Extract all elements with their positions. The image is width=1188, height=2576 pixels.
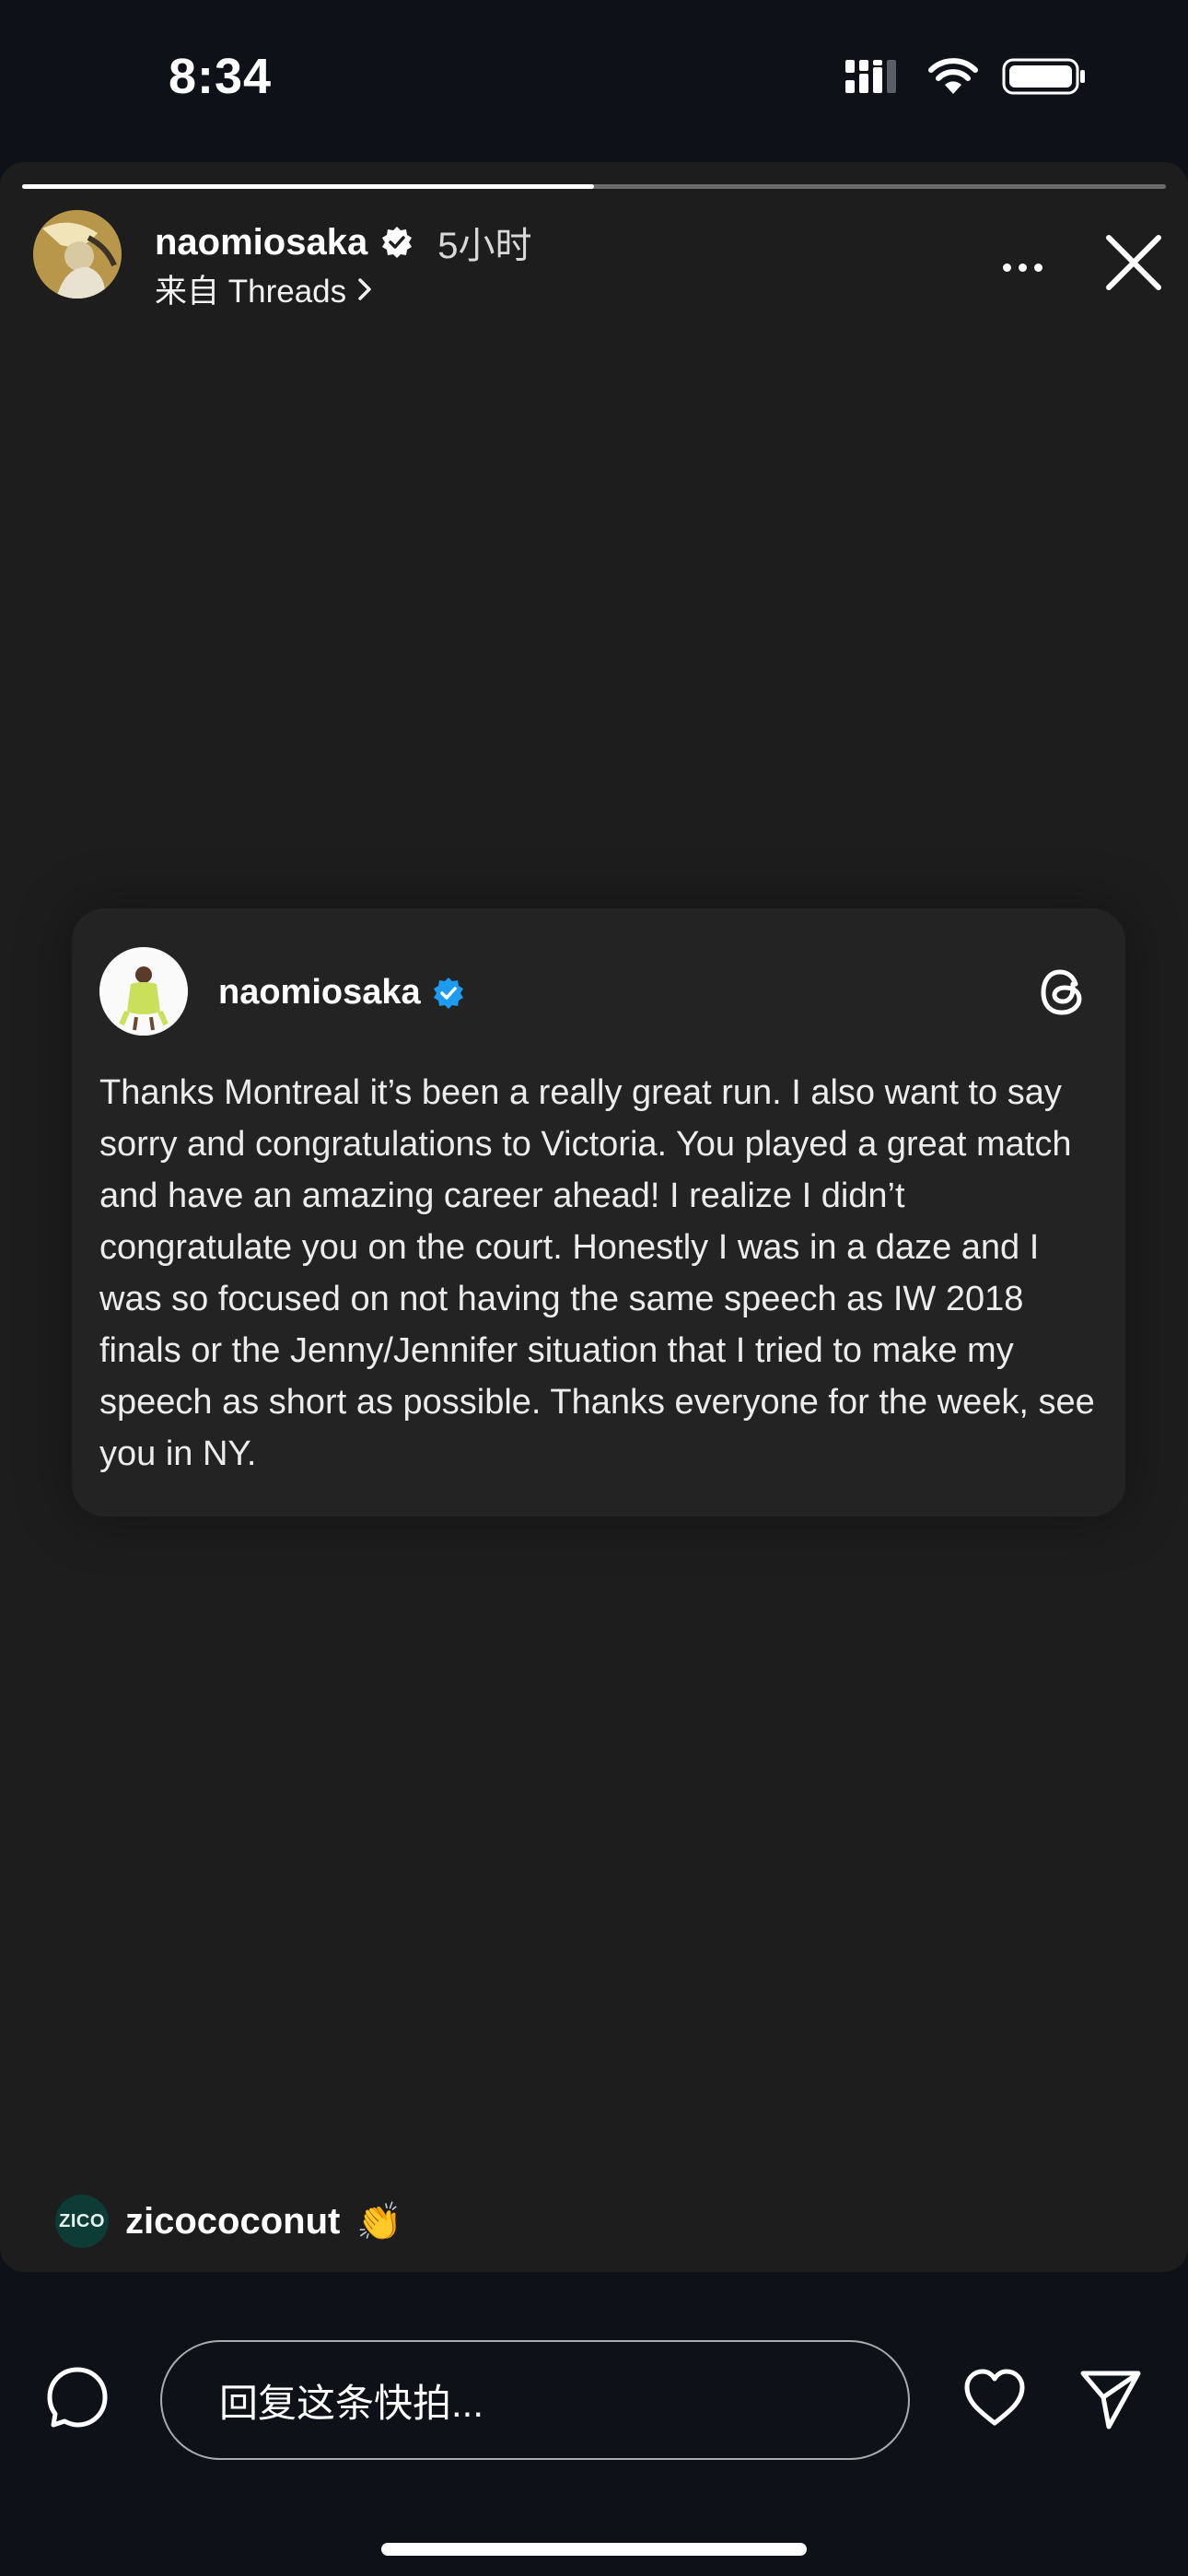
heart-icon[interactable] xyxy=(960,2364,1030,2434)
threads-logo-icon xyxy=(1041,969,1082,1015)
story-progress-fill xyxy=(22,184,594,189)
card-author-username: naomiosaka xyxy=(218,973,421,1012)
camera-icon[interactable] xyxy=(44,2364,111,2430)
more-options-button[interactable] xyxy=(995,249,1050,286)
viewer-avatar: ZICO xyxy=(55,2195,109,2248)
status-bar: 8:34 xyxy=(0,0,1188,162)
status-icons xyxy=(844,57,1087,96)
clapping-hands-icon: 👏 xyxy=(356,2201,403,2242)
story-author-avatar[interactable] xyxy=(33,210,122,299)
story-author-row[interactable]: naomiosaka 5小时 xyxy=(155,216,531,269)
story-author-username[interactable]: naomiosaka xyxy=(155,222,367,263)
verified-badge-icon xyxy=(433,977,463,1009)
story-source-link[interactable]: 来自 Threads xyxy=(155,265,374,312)
story-progress-bar xyxy=(22,184,1166,189)
threads-post-text: Thanks Montreal it’s been a really great… xyxy=(99,1073,1095,1473)
battery-icon xyxy=(1002,58,1085,95)
viewer-username: zicococonut xyxy=(125,2200,341,2242)
card-author-avatar xyxy=(99,947,188,1036)
status-time: 8:34 xyxy=(169,49,273,104)
card-author-row: naomiosaka xyxy=(218,973,465,1013)
more-icon xyxy=(1002,263,1011,272)
story-source-label: 来自 Threads xyxy=(155,274,347,310)
wifi-icon xyxy=(928,58,978,94)
home-indicator[interactable] xyxy=(381,2543,807,2556)
chevron-right-icon xyxy=(358,277,371,300)
send-icon[interactable] xyxy=(1076,2364,1146,2434)
close-icon[interactable] xyxy=(1101,230,1166,295)
reply-placeholder: 回复这条快拍... xyxy=(219,2381,484,2425)
avatar-image xyxy=(33,210,122,299)
story-view[interactable]: naomiosaka 5小时 来自 Threads naomiosaka Tha… xyxy=(0,162,1188,2272)
bottom-bar: 回复这条快拍... xyxy=(0,2272,1188,2576)
story-posted-time: 5小时 xyxy=(437,226,532,266)
viewer-reaction[interactable]: ZICO zicococonut 👏 xyxy=(55,2195,402,2248)
reply-input[interactable]: 回复这条快拍... xyxy=(160,2340,910,2460)
threads-post-card[interactable]: naomiosaka Thanks Montreal it’s been a r… xyxy=(72,908,1125,1516)
avatar-image xyxy=(99,947,188,1036)
verified-badge-icon xyxy=(382,227,413,258)
cellular-signal-icon xyxy=(845,60,896,93)
